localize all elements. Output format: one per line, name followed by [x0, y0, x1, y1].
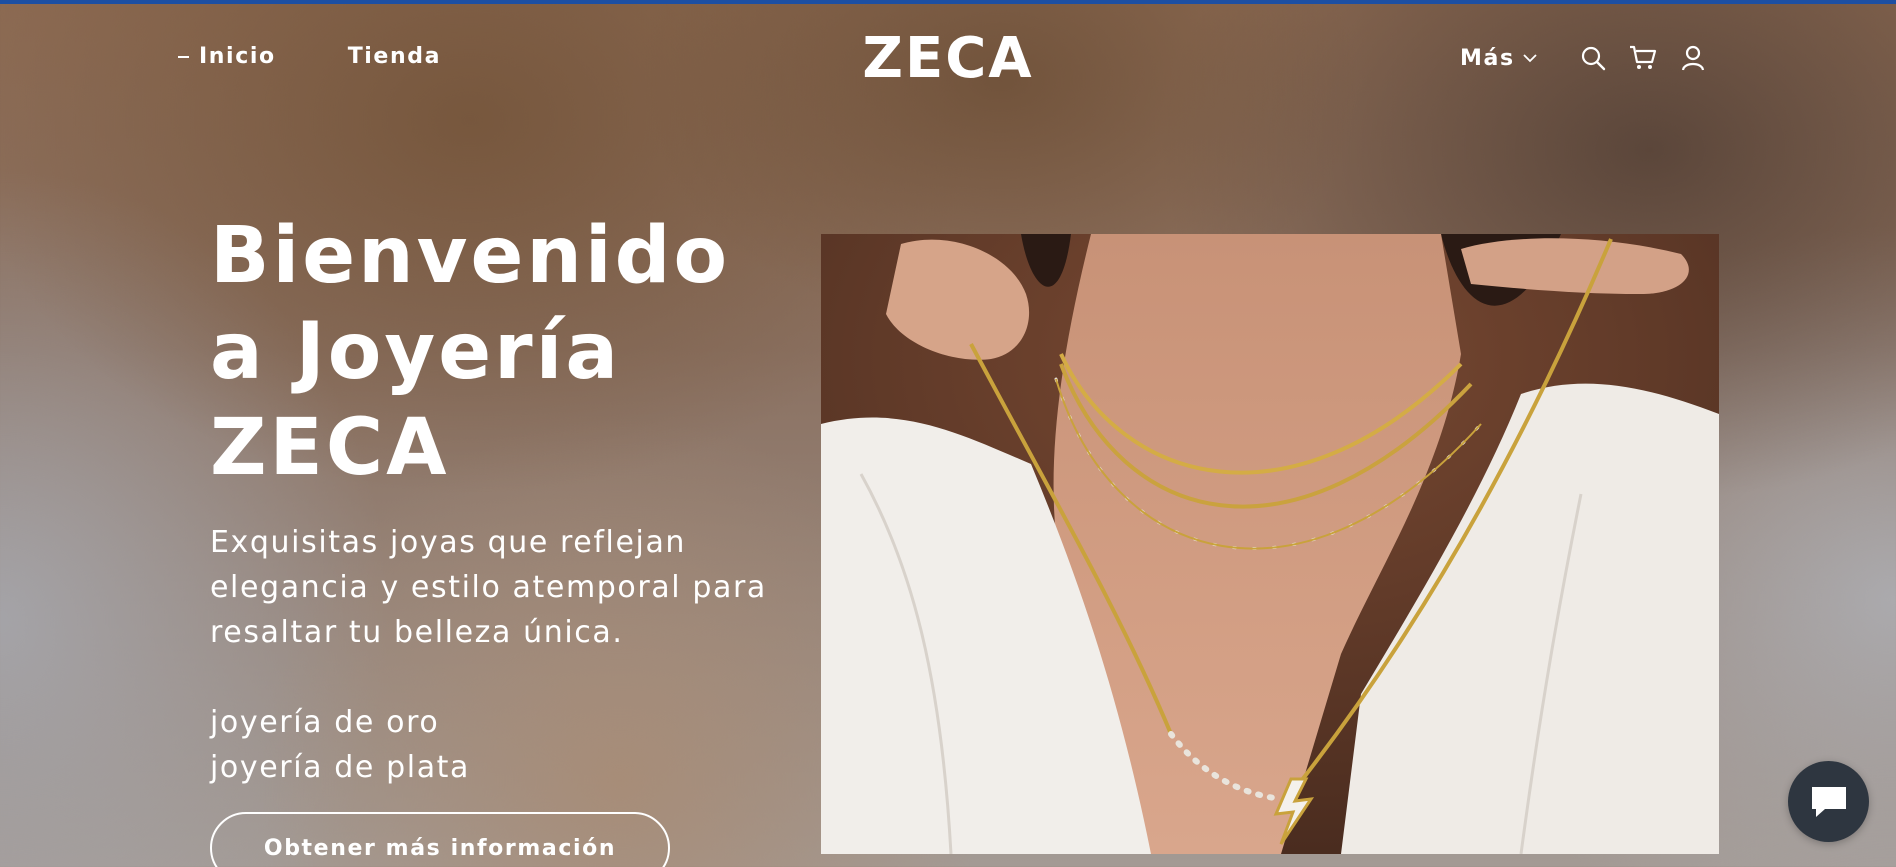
account-icon	[1681, 45, 1704, 71]
category-link-silver[interactable]: joyería de plata	[210, 745, 810, 790]
hero-title: Bienvenido a Joyería ZECA	[210, 208, 770, 496]
hero-image	[821, 234, 1719, 854]
search-icon	[1581, 46, 1605, 71]
account-button[interactable]	[1677, 42, 1709, 74]
site-header: Inicio Tienda ZECA Más	[0, 4, 1896, 114]
header-actions: Más	[1460, 42, 1709, 74]
more-menu-label: Más	[1460, 45, 1515, 71]
hero-copy: Bienvenido a Joyería ZECA Exquisitas joy…	[210, 208, 810, 790]
hero-title-line: ZECA	[210, 403, 450, 493]
cart-icon	[1629, 45, 1656, 69]
hero-subtitle: Exquisitas joyas que reflejan elegancia …	[210, 525, 767, 650]
necklace-photo	[821, 234, 1719, 854]
hero-title-line: a Joyería	[210, 307, 621, 397]
search-button[interactable]	[1577, 42, 1609, 74]
learn-more-button[interactable]: Obtener más información	[210, 812, 670, 867]
chat-button[interactable]	[1788, 761, 1869, 842]
hero-category-links: joyería de oro joyería de plata	[210, 700, 810, 790]
chat-bubble-icon	[1811, 786, 1846, 817]
cart-button[interactable]	[1627, 42, 1659, 74]
hero-title-line: Bienvenido	[210, 211, 731, 301]
category-link-gold[interactable]: joyería de oro	[210, 700, 810, 745]
more-menu-button[interactable]: Más	[1460, 46, 1537, 71]
chevron-down-icon	[1523, 54, 1537, 63]
